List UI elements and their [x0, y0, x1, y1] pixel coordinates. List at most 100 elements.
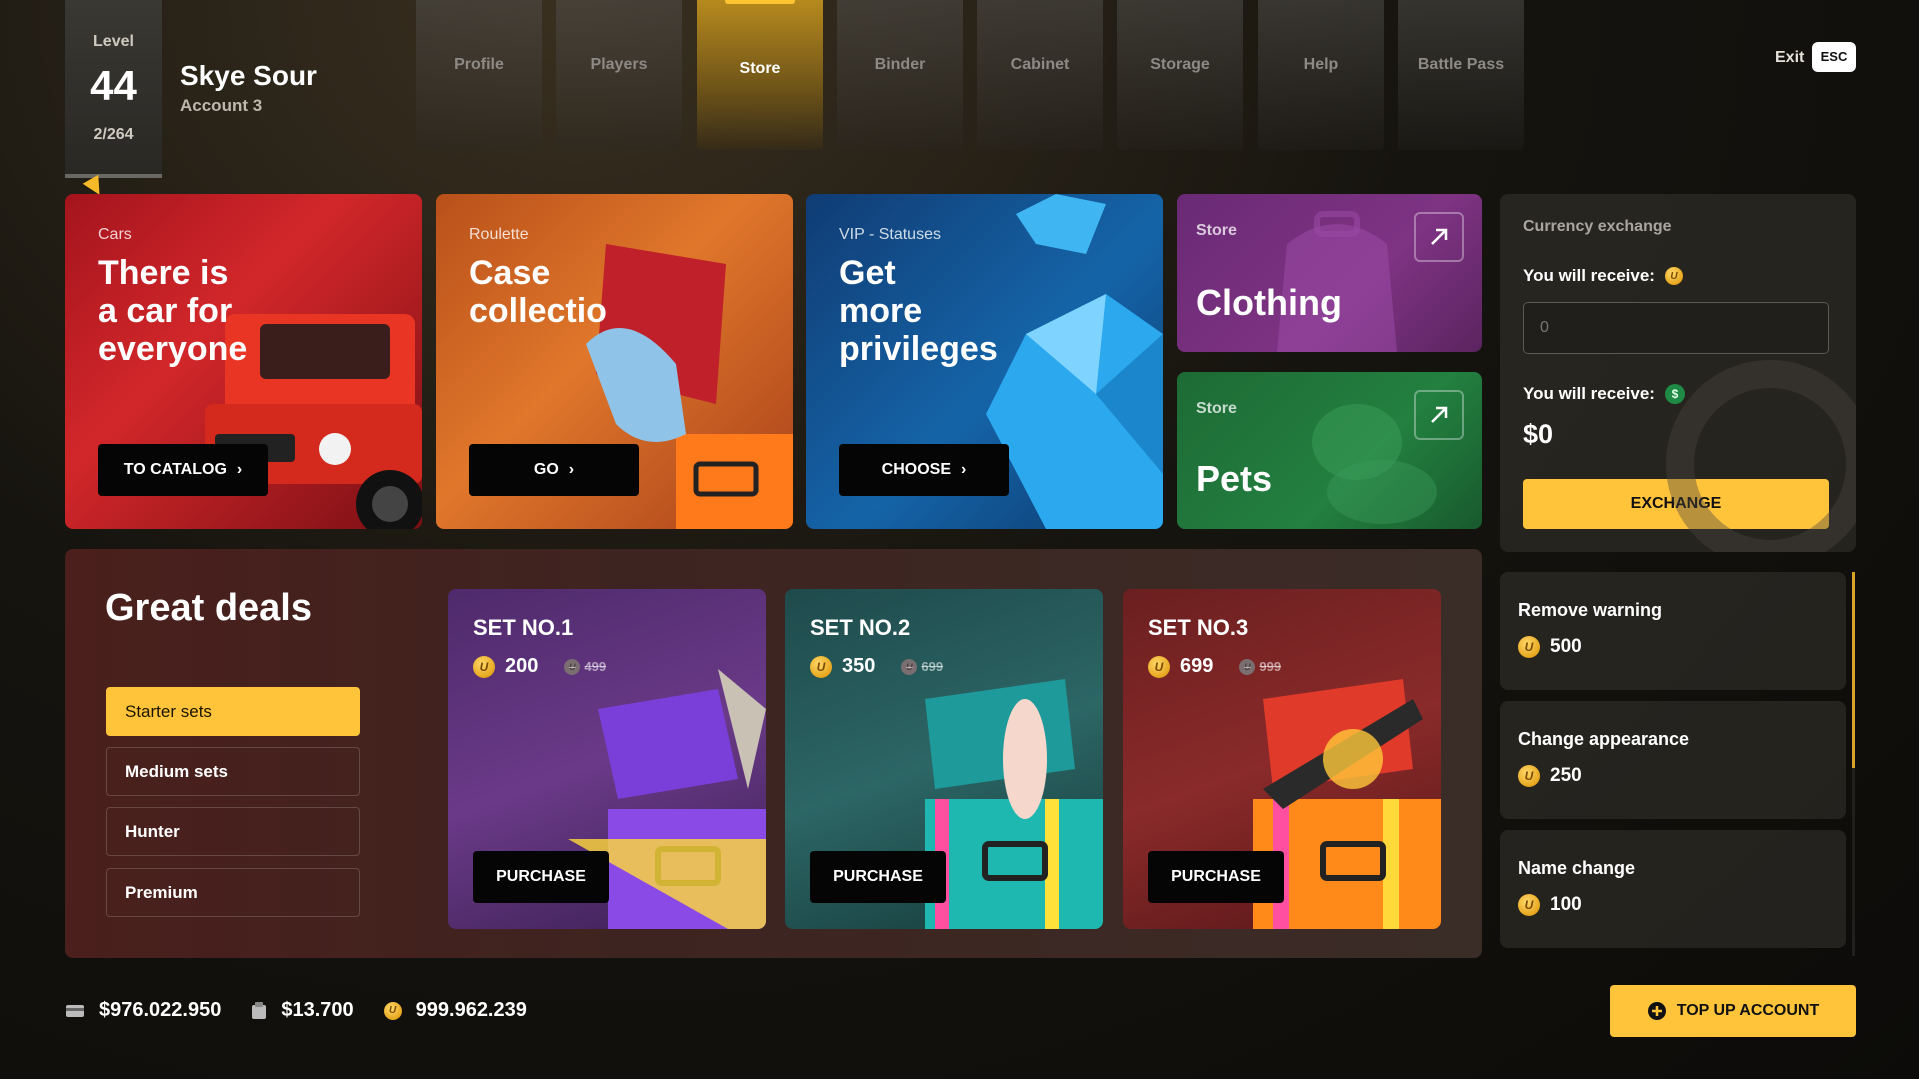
- coin-icon: U: [1518, 765, 1540, 787]
- set-title: SET NO.3: [1148, 615, 1249, 640]
- bank-balance: $13.700: [251, 999, 354, 1022]
- service-price: U 500: [1518, 636, 1582, 658]
- button-label: TO CATALOG: [123, 461, 227, 478]
- service-price: U 250: [1518, 765, 1582, 787]
- price-value: 699: [1180, 655, 1214, 677]
- wallet-plus-icon: [1647, 1002, 1666, 1020]
- store-title: Pets: [1196, 458, 1273, 499]
- services-scrollbar[interactable]: [1852, 572, 1855, 956]
- exchange-title: Currency exchange: [1523, 218, 1672, 235]
- filter-premium[interactable]: Premium: [106, 868, 360, 917]
- service-name-change[interactable]: Name change U 100: [1500, 830, 1846, 948]
- player-name: Skye Sour: [180, 60, 317, 91]
- tab-help[interactable]: Help: [1258, 0, 1384, 150]
- level-badge: Level 44 2/264: [65, 0, 162, 178]
- coin-value: 999.962.239: [415, 999, 527, 1021]
- promo-vip-card[interactable]: VIP - Statuses Get more privileges CHOOS…: [806, 194, 1163, 529]
- exit-label[interactable]: Exit: [1775, 49, 1804, 67]
- top-up-account-button[interactable]: TOP UP ACCOUNT: [1610, 985, 1856, 1037]
- choose-button[interactable]: CHOOSE ›: [839, 444, 1009, 496]
- exchange-result: $0: [1523, 419, 1554, 449]
- bank-card-icon: [252, 1001, 267, 1019]
- promo-title: Case collectio: [469, 254, 607, 330]
- store-pets-card[interactable]: Store Pets: [1177, 372, 1482, 529]
- promo-roulette-card[interactable]: Roulette Case collectio GO ›: [436, 194, 793, 529]
- coin-icon: U: [383, 1001, 402, 1020]
- level-value: 44: [90, 62, 137, 109]
- backpack-icon: [1277, 211, 1397, 352]
- coin-icon: U: [810, 655, 832, 678]
- service-title: Name change: [1518, 858, 1636, 878]
- price-value: 500: [1550, 636, 1582, 657]
- great-deals-panel: Great deals Starter sets Medium sets Hun…: [65, 549, 1482, 958]
- arrow-up-right-icon[interactable]: [1414, 212, 1464, 262]
- coin-icon: U: [1518, 894, 1540, 916]
- old-price: U 699: [901, 658, 944, 675]
- old-price-value: 699: [921, 659, 944, 674]
- receive-label: You will receive:: [1523, 266, 1655, 285]
- tab-store[interactable]: Store: [697, 0, 823, 150]
- to-catalog-button[interactable]: TO CATALOG ›: [98, 444, 268, 496]
- receive-label: You will receive:: [1523, 384, 1655, 403]
- promo-title: Get more privileges: [839, 254, 998, 368]
- service-remove-warning[interactable]: Remove warning U 500: [1500, 572, 1846, 690]
- diamond-icon: [1016, 194, 1106, 254]
- coin-icon: U: [1664, 267, 1683, 285]
- service-price: U 100: [1518, 894, 1582, 916]
- cash-value: $976.022.950: [99, 999, 222, 1021]
- promo-category: Cars: [98, 226, 132, 243]
- purchase-button[interactable]: PURCHASE: [1148, 851, 1284, 903]
- level-label: Level: [93, 33, 134, 50]
- promo-category: VIP - Statuses: [839, 226, 941, 243]
- coin-balance: U 999.962.239: [383, 999, 527, 1022]
- scrollbar-thumb[interactable]: [1852, 572, 1855, 768]
- exchange-icon: [1666, 360, 1856, 552]
- purchase-button[interactable]: PURCHASE: [473, 851, 609, 903]
- promo-category: Roulette: [469, 226, 529, 243]
- old-price: U 999: [1239, 658, 1281, 675]
- arrow-up-right-icon[interactable]: [1414, 390, 1464, 440]
- service-title: Remove warning: [1518, 600, 1663, 620]
- tab-battle-pass[interactable]: Battle Pass: [1398, 0, 1524, 150]
- coin-icon: U: [1518, 636, 1540, 658]
- tab-profile[interactable]: Profile: [416, 0, 542, 150]
- set-title: SET NO.2: [810, 615, 911, 640]
- set-card-2[interactable]: SET NO.2 U 350 U 699 PURCHASE: [785, 589, 1103, 929]
- promo-cars-card[interactable]: Cars There is a car for everyone TO CATA…: [65, 194, 422, 529]
- go-button[interactable]: GO ›: [469, 444, 639, 496]
- deals-title: Great deals: [105, 587, 312, 629]
- filter-starter-sets[interactable]: Starter sets: [106, 687, 360, 736]
- wallet-icon: [66, 1004, 84, 1017]
- coin-icon: U: [564, 658, 581, 675]
- button-label: CHOOSE: [881, 461, 951, 478]
- tab-cabinet[interactable]: Cabinet: [977, 0, 1103, 150]
- coin-icon: U: [473, 655, 495, 678]
- coin-icon: U: [1148, 655, 1170, 678]
- promo-title: There is a car for everyone: [98, 254, 248, 368]
- tab-storage[interactable]: Storage: [1117, 0, 1243, 150]
- service-title: Change appearance: [1518, 729, 1690, 749]
- store-label: Store: [1196, 222, 1237, 239]
- set-card-3[interactable]: SET NO.3 U 699 U 999 PURCHASE: [1123, 589, 1441, 929]
- set-card-1[interactable]: SET NO.1 U 200 U 499 PURCHASE: [448, 589, 766, 929]
- price-value: 100: [1550, 894, 1582, 915]
- set-price: U 350 U 699: [810, 655, 943, 678]
- old-price: U 499: [564, 658, 606, 675]
- tab-players[interactable]: Players: [556, 0, 682, 150]
- store-clothing-card[interactable]: Store Clothing: [1177, 194, 1482, 352]
- service-change-appearance[interactable]: Change appearance U 250: [1500, 701, 1846, 819]
- price-value: 350: [842, 655, 876, 677]
- set-price: U 699 U 999: [1148, 655, 1281, 678]
- coin-icon: U: [1239, 658, 1256, 675]
- exit-esc-button[interactable]: ESC: [1812, 42, 1856, 72]
- balances-bar: $976.022.950 $13.700 U 999.962.239: [65, 999, 557, 1022]
- coin-icon: U: [901, 658, 918, 675]
- button-label: TOP UP ACCOUNT: [1676, 1002, 1820, 1019]
- bank-value: $13.700: [281, 999, 354, 1021]
- filter-medium-sets[interactable]: Medium sets: [106, 747, 360, 796]
- chevron-right-icon: ›: [961, 461, 967, 478]
- level-progress: 2/264: [93, 126, 134, 143]
- purchase-button[interactable]: PURCHASE: [810, 851, 946, 903]
- filter-hunter[interactable]: Hunter: [106, 807, 360, 856]
- tab-binder[interactable]: Binder: [837, 0, 963, 150]
